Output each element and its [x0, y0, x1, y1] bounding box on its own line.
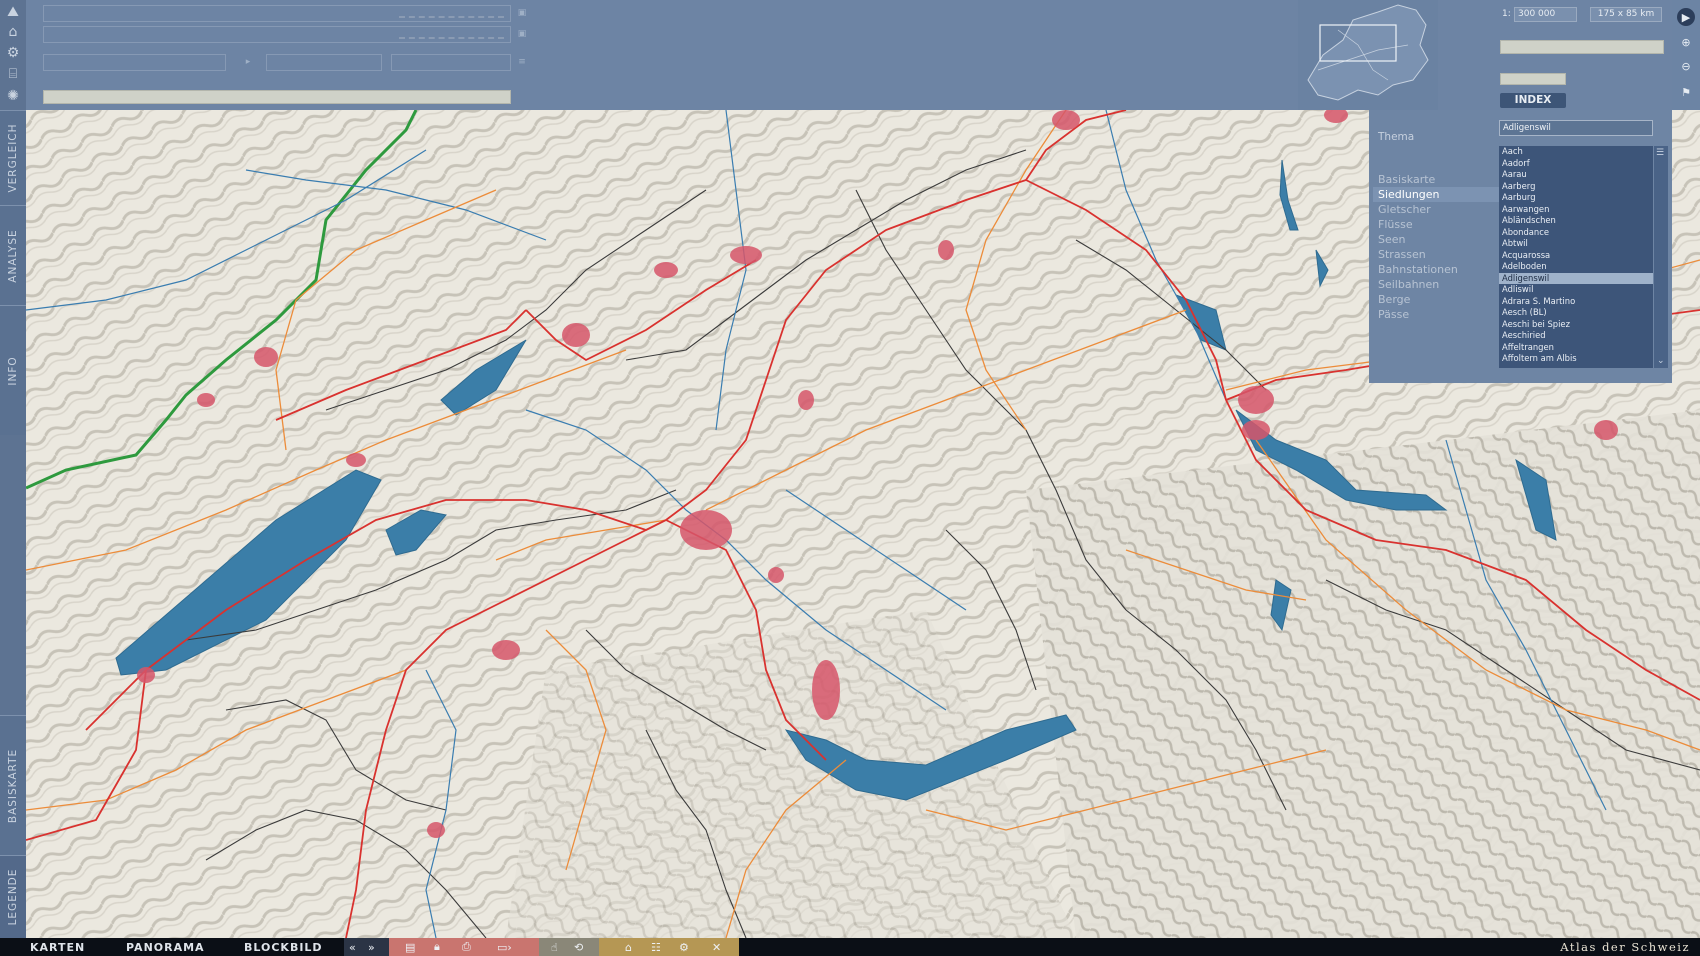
right-toolbar: ▶ ⊕ ⊖ ⚑: [1672, 0, 1700, 110]
list-item[interactable]: Abondance: [1499, 227, 1653, 239]
info-field-1[interactable]: [1500, 40, 1664, 54]
tab-info[interactable]: INFO: [0, 305, 26, 435]
tab-label: LEGENDE: [7, 868, 19, 926]
list-item[interactable]: Adelboden: [1499, 261, 1653, 273]
top-field-3c[interactable]: [391, 54, 511, 71]
left-sidebar: ⛰ ⌂ ⚙ ⌸ ✺ VERGLEICH ANALYSE INFO BASISKA…: [0, 0, 26, 938]
list-item[interactable]: Aadorf: [1499, 158, 1653, 170]
zoom-out-icon[interactable]: ⊖: [1677, 57, 1695, 75]
tab-label: VERGLEICH: [7, 123, 19, 193]
output-group: ▤ 🔒︎ ⎙ ▭›: [389, 938, 539, 956]
pointer-group: ☝ ⟲: [539, 938, 599, 956]
top-field-3b[interactable]: [266, 54, 382, 71]
institution-tool-icon[interactable]: ⌸: [3, 64, 23, 84]
theme-item-gletscher[interactable]: Gletscher: [1373, 202, 1499, 217]
theme-item-fluesse[interactable]: Flüsse: [1373, 217, 1499, 232]
home-icon[interactable]: ⌂: [625, 939, 632, 955]
theme-item-siedlungen[interactable]: Siedlungen: [1373, 187, 1499, 202]
export-icon[interactable]: ▭›: [497, 939, 512, 955]
theme-item-basiskarte[interactable]: Basiskarte: [1373, 172, 1499, 187]
index-button[interactable]: INDEX: [1500, 93, 1566, 108]
tab-basiskarte[interactable]: BASISKARTE: [0, 715, 26, 855]
minimap-switzerland: [1307, 4, 1429, 101]
list-item[interactable]: Abländschen: [1499, 215, 1653, 227]
list-icon[interactable]: ☷: [651, 939, 661, 955]
theme-label: Thema: [1378, 131, 1415, 143]
list-item[interactable]: Aarwangen: [1499, 204, 1653, 216]
buildings-tool-icon[interactable]: ⌂: [3, 22, 23, 42]
list-small-icon[interactable]: ≡: [516, 55, 528, 69]
printer-icon[interactable]: ⎙: [462, 939, 471, 955]
tab-panorama[interactable]: PANORAMA: [126, 941, 205, 954]
tab-legende[interactable]: LEGENDE: [0, 855, 26, 938]
scroll-lines-icon[interactable]: ☰: [1656, 148, 1664, 158]
tab-vergleich[interactable]: VERGLEICH: [0, 110, 26, 205]
scale-input[interactable]: 300 000: [1514, 7, 1577, 22]
tab-karten[interactable]: KARTEN: [30, 941, 85, 954]
list-item[interactable]: Adrara S. Martino: [1499, 296, 1653, 308]
nav-group: « »: [344, 938, 389, 956]
list-item-selected[interactable]: Adligenswil: [1499, 272, 1653, 284]
list-item[interactable]: Affoltern am Albis: [1499, 353, 1653, 365]
list-scrollbar[interactable]: ☰ ⌄: [1654, 146, 1668, 368]
chevron-down-icon[interactable]: ⌄: [1657, 356, 1665, 366]
theme-item-seilbahnen[interactable]: Seilbahnen: [1373, 277, 1499, 292]
top-field-2[interactable]: [43, 26, 511, 43]
field-1-button[interactable]: ▣: [516, 6, 528, 20]
overview-minimap[interactable]: [1298, 0, 1438, 110]
cursor-icon[interactable]: ☝: [551, 939, 558, 955]
list-item[interactable]: Aarau: [1499, 169, 1653, 181]
bottom-bar: KARTEN PANORAMA BLOCKBILD « » ▤ 🔒︎ ⎙ ▭› …: [0, 938, 1700, 956]
brand-title: Atlas der Schweiz: [1560, 940, 1690, 954]
list-item[interactable]: Aesch (BL): [1499, 307, 1653, 319]
print-icon[interactable]: ▤: [405, 939, 415, 955]
list-item[interactable]: Aach: [1499, 146, 1653, 158]
place-search-input[interactable]: Adligenswil: [1499, 120, 1653, 136]
close-icon[interactable]: ✕: [712, 939, 721, 955]
tab-label: BASISKARTE: [7, 748, 19, 823]
gear-tool-icon[interactable]: ⚙: [3, 43, 23, 63]
list-item[interactable]: Aeschi bei Spiez: [1499, 319, 1653, 331]
zoom-in-icon[interactable]: ⊕: [1677, 33, 1695, 51]
top-field-1[interactable]: [43, 5, 511, 22]
flag-icon[interactable]: ⚑: [1677, 83, 1695, 101]
scale-control: 1: 300 000 175 x 85 km: [1498, 7, 1663, 23]
fast-forward-icon[interactable]: »: [368, 939, 375, 955]
rotate-icon[interactable]: ⟲: [574, 939, 583, 955]
top-field-4[interactable]: [43, 90, 511, 104]
list-item[interactable]: Adliswil: [1499, 284, 1653, 296]
view-group: ⌂ ☷ ⚙︎ ✕: [599, 938, 739, 956]
theme-list: Basiskarte Siedlungen Gletscher Flüsse S…: [1373, 172, 1499, 322]
list-item[interactable]: Affeltrangen: [1499, 342, 1653, 354]
arrow-right-icon[interactable]: ▸: [242, 55, 254, 69]
list-item[interactable]: Acquarossa: [1499, 250, 1653, 262]
info-field-2[interactable]: [1500, 73, 1566, 85]
theme-panel: Thema Basiskarte Siedlungen Gletscher Fl…: [1369, 110, 1672, 383]
field-2-button[interactable]: ▣: [516, 27, 528, 41]
lock-icon[interactable]: 🔒︎: [434, 939, 440, 955]
sun-tool-icon[interactable]: ✺: [3, 86, 23, 106]
theme-item-bahnstationen[interactable]: Bahnstationen: [1373, 262, 1499, 277]
place-list[interactable]: Aach Aadorf Aarau Aarberg Aarburg Aarwan…: [1499, 146, 1653, 368]
scale-prefix: 1:: [1502, 9, 1511, 19]
tab-analyse[interactable]: ANALYSE: [0, 205, 26, 305]
top-field-3a[interactable]: [43, 54, 226, 71]
extent-readout: 175 x 85 km: [1590, 7, 1662, 22]
rewind-icon[interactable]: «: [349, 939, 356, 955]
tab-label: INFO: [7, 355, 19, 386]
list-item[interactable]: Aeschiried: [1499, 330, 1653, 342]
toggle-icon[interactable]: ⚙︎: [679, 939, 689, 955]
tab-label: ANALYSE: [7, 228, 19, 283]
list-item[interactable]: Aarburg: [1499, 192, 1653, 204]
list-item[interactable]: Abtwil: [1499, 238, 1653, 250]
theme-item-strassen[interactable]: Strassen: [1373, 247, 1499, 262]
theme-item-seen[interactable]: Seen: [1373, 232, 1499, 247]
landscape-tool-icon[interactable]: ⛰: [3, 2, 23, 22]
theme-item-paesse[interactable]: Pässe: [1373, 307, 1499, 322]
theme-item-berge[interactable]: Berge: [1373, 292, 1499, 307]
list-item[interactable]: Aarberg: [1499, 181, 1653, 193]
tab-blockbild[interactable]: BLOCKBILD: [244, 941, 323, 954]
play-icon[interactable]: ▶: [1677, 8, 1695, 26]
top-bar: ▣ ▣ ▸ ≡: [26, 0, 1700, 110]
